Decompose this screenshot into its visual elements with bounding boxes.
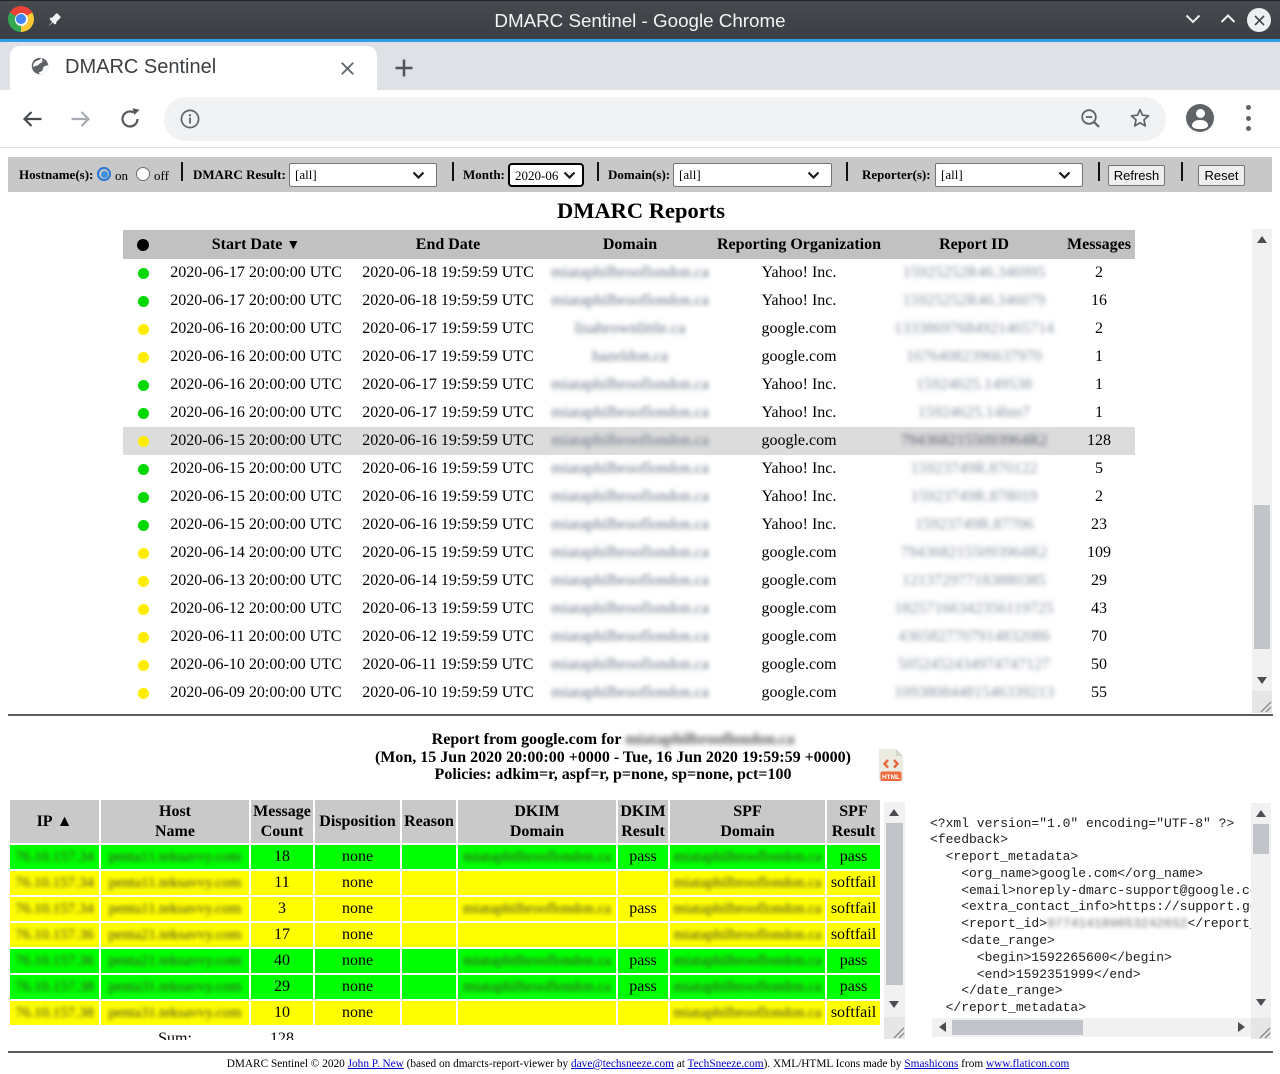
svg-text:HTML: HTML [882,774,900,781]
